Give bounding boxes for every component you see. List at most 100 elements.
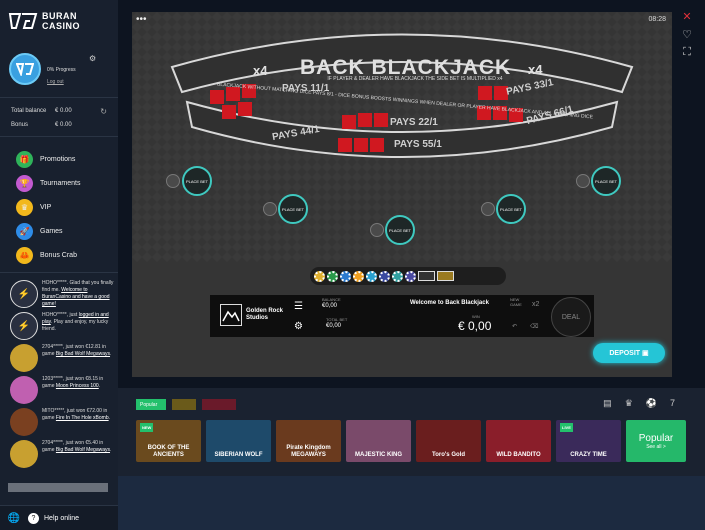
feed-text-end: .	[110, 447, 112, 453]
category-icons: ▤ ♛ ⚽ 7	[603, 398, 675, 409]
chip-plaque-button[interactable]	[418, 271, 435, 281]
tab-category[interactable]	[202, 399, 236, 410]
game-thumbnail[interactable]: LIVE CRAZY TIME	[556, 420, 621, 462]
help-online-link[interactable]: Help online	[44, 515, 79, 522]
more-options-icon[interactable]: •••	[136, 14, 147, 25]
undo-icon[interactable]: ↶	[512, 323, 517, 330]
game-title: CRAZY TIME	[570, 452, 607, 458]
popular-card-title: Popular	[638, 432, 674, 444]
feed-link[interactable]: Fire In The Hole xBomb	[56, 415, 109, 421]
trophy-icon: 🏆	[16, 174, 33, 192]
seven-icon[interactable]: 7	[670, 398, 675, 409]
clear-bet-icon[interactable]: ⌫	[530, 323, 538, 330]
game-thumbnail[interactable]: SIBERIAN WOLF	[206, 420, 271, 462]
activity-feed: ⚡ HOHO*****. Glad that you finally find …	[10, 280, 114, 472]
brand-avatar-icon: ⚡	[10, 312, 38, 340]
place-bet-label: PLACE BET	[185, 178, 208, 184]
welcome-message: Welcome to Back Blackjack	[410, 300, 489, 306]
menu-icon[interactable]: ☰	[294, 301, 303, 312]
menu-item-tournaments[interactable]: 🏆 Tournaments	[16, 171, 80, 195]
place-bet-spot[interactable]: PLACE BET	[496, 194, 526, 224]
place-bet-spot[interactable]: PLACE BET	[182, 166, 212, 196]
game-frame[interactable]: BACK BLACKJACK x4 x4 IF PLAYER & DEALER …	[132, 12, 672, 377]
crown-icon[interactable]: ♛	[625, 398, 633, 409]
provider-logo-icon	[220, 304, 242, 326]
deposit-button[interactable]: DEPOSIT ▣	[593, 343, 665, 363]
place-bet-spot[interactable]: PLACE BET	[278, 194, 308, 224]
game-thumbnail[interactable]: MAJESTIC KING	[346, 420, 411, 462]
ball-icon[interactable]: ⚽	[646, 398, 657, 409]
game-title: BOOK OF THE ANCIENTS	[147, 445, 190, 458]
see-all-popular-button[interactable]: Popular See all >	[626, 420, 686, 462]
feed-link[interactable]: Moon Princess 100	[56, 383, 99, 389]
feed-link[interactable]: Big Bad Wolf Megaways	[56, 351, 110, 357]
close-icon[interactable]: ✕	[678, 10, 696, 23]
side-bet-chip[interactable]	[263, 202, 277, 216]
gear-icon[interactable]: ⚙	[89, 54, 96, 63]
pays-label: PAYS 11/1	[282, 83, 330, 94]
side-bet-chip[interactable]	[370, 223, 384, 237]
double-button[interactable]: x2	[532, 301, 539, 308]
horizontal-scrollbar[interactable]	[8, 483, 108, 492]
game-thumbnail[interactable]: Pirate Kingdom MEGAWAYS	[276, 420, 341, 462]
game-thumb-avatar[interactable]	[10, 408, 38, 436]
side-bet-chip[interactable]	[166, 174, 180, 188]
menu-item-games[interactable]: 🚀 Games	[16, 219, 80, 243]
slots-icon[interactable]: ▤	[603, 398, 612, 409]
help-icon: ?	[28, 512, 39, 524]
feed-item: MITO*****, just won €72.00 in game Fire …	[10, 408, 114, 436]
menu-label: Promotions	[40, 155, 76, 163]
place-bet-label: PLACE BET	[388, 227, 411, 233]
tab-category[interactable]	[172, 399, 196, 410]
refresh-icon[interactable]: ↻	[100, 107, 107, 116]
side-bet-chip[interactable]	[576, 174, 590, 188]
game-thumbnail[interactable]: Toro's Gold	[416, 420, 481, 462]
logo-icon	[8, 10, 38, 32]
games-row: NEW BOOK OF THE ANCIENTS SIBERIAN WOLF Pi…	[136, 420, 686, 462]
menu-item-promotions[interactable]: 🎁 Promotions	[16, 147, 80, 171]
fullscreen-icon[interactable]: ⛶	[678, 46, 696, 59]
crab-icon: 🦀	[16, 246, 33, 264]
chip-plaque-button[interactable]	[437, 271, 454, 281]
chip-button[interactable]	[327, 270, 338, 282]
game-thumbnail[interactable]: WILD BANDITO	[486, 420, 551, 462]
side-bet-chip[interactable]	[481, 202, 495, 216]
bonus-label: Bonus	[11, 122, 29, 128]
chip-button[interactable]	[314, 270, 325, 282]
tab-popular[interactable]: Popular	[136, 399, 166, 410]
favorite-add-icon[interactable]: ♡	[678, 28, 696, 41]
win-value: € 0,00	[458, 319, 492, 333]
game-thumb-avatar[interactable]	[10, 376, 38, 404]
menu-item-bonus-crab[interactable]: 🦀 Bonus Crab	[16, 243, 80, 267]
chip-button[interactable]	[405, 270, 416, 282]
brand-logo[interactable]: BURAN CASINO	[8, 10, 80, 32]
balances: Total balance € 0.00 ↻ Bonus € 0.00	[11, 104, 107, 132]
game-title: WILD BANDITO	[496, 452, 541, 458]
game-thumb-avatar[interactable]	[10, 440, 38, 468]
deal-button[interactable]: DEAL	[551, 297, 591, 337]
avatar[interactable]	[9, 53, 41, 85]
place-bet-spot[interactable]: PLACE BET	[591, 166, 621, 196]
chip-button[interactable]	[392, 270, 403, 282]
pays-label: PAYS 55/1	[394, 139, 442, 150]
rocket-icon: 🚀	[16, 222, 33, 240]
chip-button[interactable]	[353, 270, 364, 282]
menu-item-vip[interactable]: ♛ VIP	[16, 195, 80, 219]
logout-link[interactable]: Log out	[47, 79, 64, 85]
brand-avatar-icon: ⚡	[10, 280, 38, 308]
chip-button[interactable]	[379, 270, 390, 282]
game-thumb-avatar[interactable]	[10, 344, 38, 372]
chip-button[interactable]	[366, 270, 377, 282]
globe-icon[interactable]: 🌐	[0, 513, 28, 524]
place-bet-spot[interactable]: PLACE BET	[385, 215, 415, 245]
menu-label: VIP	[40, 203, 52, 211]
chip-button[interactable]	[340, 270, 351, 282]
category-tabs: Popular	[136, 399, 236, 410]
game-thumbnail[interactable]: NEW BOOK OF THE ANCIENTS	[136, 420, 201, 462]
divider	[0, 136, 118, 137]
place-bet-label: PLACE BET	[281, 206, 304, 212]
feed-link[interactable]: Big Bad Wolf Megaways	[56, 447, 110, 453]
main-menu: 🎁 Promotions 🏆 Tournaments ♛ VIP 🚀 Games…	[16, 147, 80, 267]
settings-icon[interactable]: ⚙	[294, 321, 303, 332]
divider	[0, 272, 118, 273]
